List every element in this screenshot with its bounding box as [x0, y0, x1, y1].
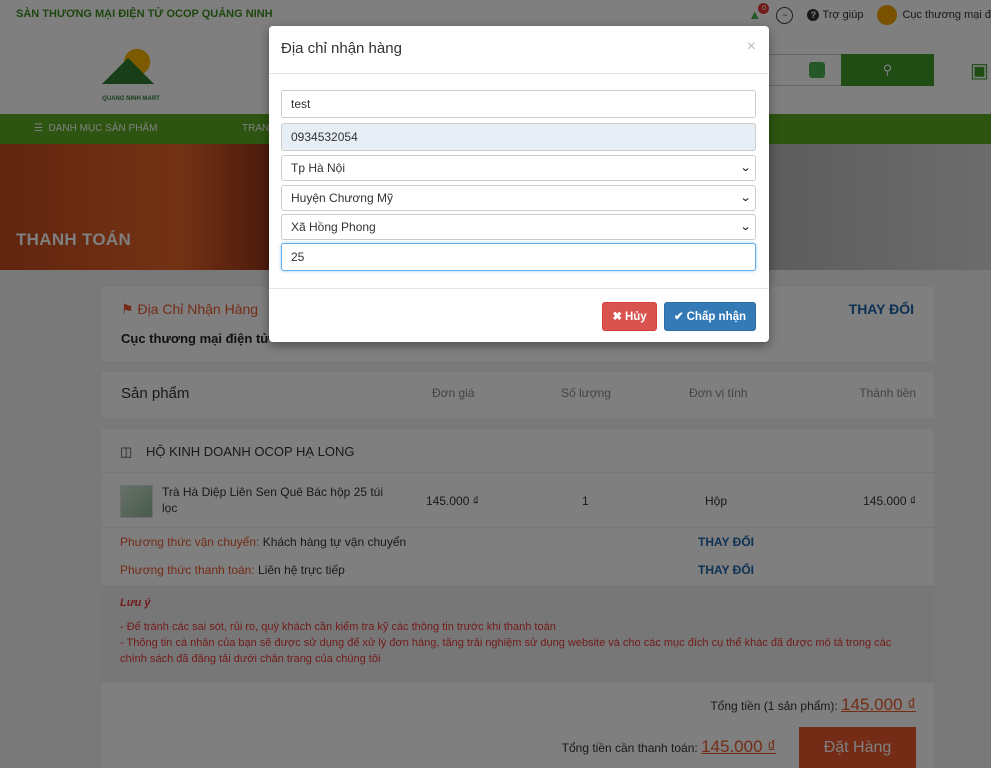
cancel-button[interactable]: ✖ Hủy: [602, 302, 657, 331]
recipient-name-field[interactable]: test: [281, 90, 756, 118]
accept-label: Chấp nhận: [686, 311, 747, 323]
chevron-down-icon: ⌄: [739, 221, 752, 233]
address-modal: Địa chỉ nhận hàng × test 0934532054 Tp H…: [269, 26, 769, 342]
modal-title: Địa chỉ nhận hàng: [281, 40, 402, 57]
chevron-down-icon: ⌄: [739, 162, 752, 174]
phone-field[interactable]: 0934532054: [281, 123, 756, 151]
modal-footer: ✖ Hủy ✔ Chấp nhận: [269, 288, 769, 342]
times-icon: ✖: [612, 311, 622, 323]
province-value: Tp Hà Nội: [291, 161, 346, 175]
district-select[interactable]: Huyện Chương Mỹ ⌄: [281, 185, 756, 211]
ward-value: Xã Hồng Phong: [291, 220, 376, 234]
chevron-down-icon: ⌄: [739, 192, 752, 204]
accept-button[interactable]: ✔ Chấp nhận: [664, 302, 756, 331]
province-select[interactable]: Tp Hà Nội ⌄: [281, 155, 756, 181]
modal-header: Địa chỉ nhận hàng ×: [269, 26, 769, 74]
close-icon[interactable]: ×: [747, 38, 756, 56]
cancel-label: Hủy: [624, 311, 647, 323]
street-address-field[interactable]: 25: [281, 243, 756, 271]
district-value: Huyện Chương Mỹ: [291, 191, 393, 205]
ward-select[interactable]: Xã Hồng Phong ⌄: [281, 214, 756, 240]
check-icon: ✔: [673, 311, 684, 323]
